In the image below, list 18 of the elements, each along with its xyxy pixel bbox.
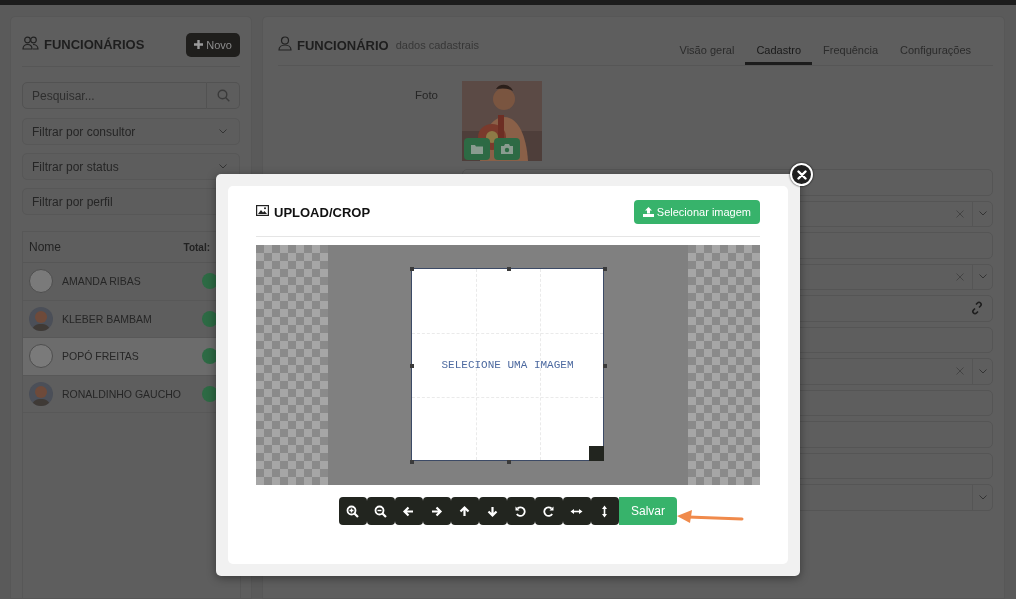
crop-placeholder: SELECIONE UMA IMAGEM [441,358,574,371]
crop-frame[interactable]: SELECIONE UMA IMAGEM [411,268,604,461]
employee-name: AMANDA RIBAS [62,275,142,288]
filter-dropdown[interactable]: Filtrar por status [22,153,240,180]
panel-title: FUNCIONÁRIOS [44,37,145,52]
tab[interactable]: Cadastro [745,37,812,65]
field-label: Foto [414,88,438,103]
employee-name: KLEBER BAMBAM [62,312,153,325]
column-header: Total: [183,241,210,253]
employee-name: POPÓ FREITAS [62,350,140,363]
employee-name: RONALDINHO GAUCHO [62,387,182,400]
filter-dropdown[interactable]: Filtrar por consultor [22,118,240,145]
new-button[interactable]: Novo [186,32,240,57]
save-button[interactable]: Salvar [619,497,677,525]
column-header: Nome [29,240,61,254]
select-image-button[interactable]: Selecionar imagem [633,200,760,224]
modal-title: UPLOAD/CROP [274,204,371,220]
panel-title: FUNCIONÁRIO [297,37,389,53]
